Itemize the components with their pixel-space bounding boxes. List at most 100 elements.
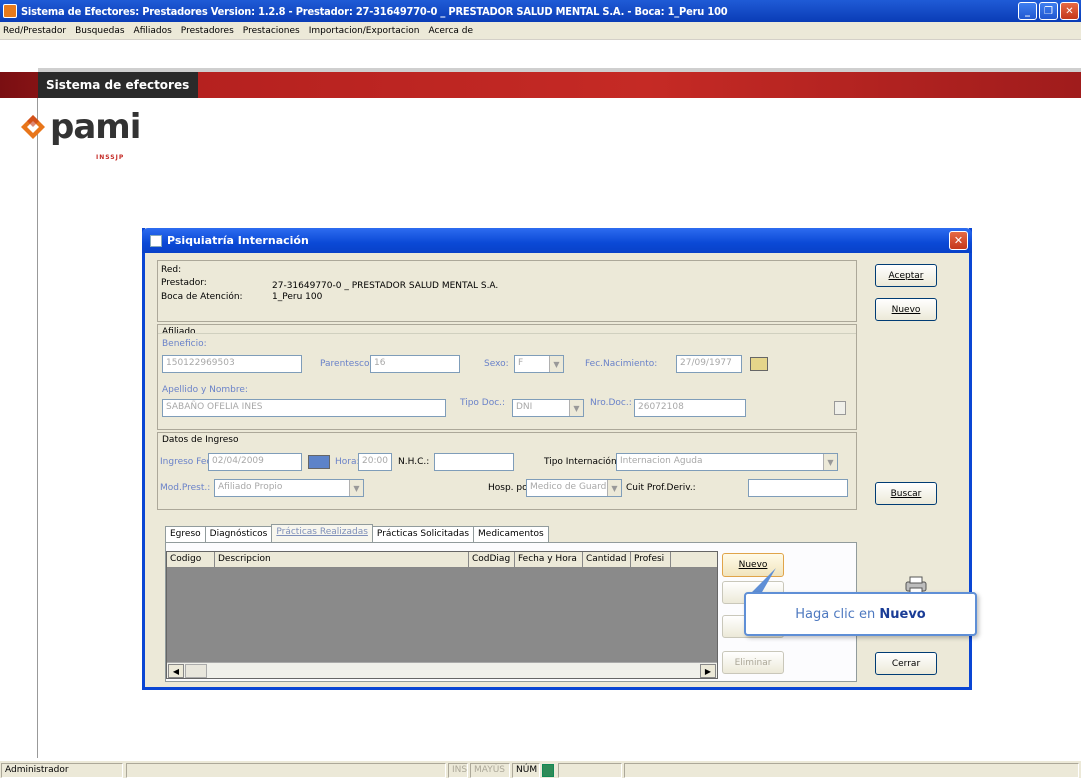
restore-icon[interactable]: ❐: [1039, 2, 1058, 20]
status-empty-1: [126, 763, 446, 778]
cuit-prof-field[interactable]: [748, 479, 848, 497]
close-icon[interactable]: ✕: [1060, 2, 1079, 20]
status-user: Administrador: [1, 763, 123, 778]
menu-prestadores[interactable]: Prestadores: [181, 26, 234, 36]
scroll-thumb[interactable]: [185, 664, 207, 678]
status-empty-3: [624, 763, 1079, 778]
beneficio-field[interactable]: 150122969503: [162, 355, 302, 373]
mod-prest-label: Mod.Prest.:: [160, 483, 211, 493]
col-cantidad[interactable]: Cantidad: [583, 552, 631, 567]
title-bar: Sistema de Efectores: Prestadores Versio…: [0, 0, 1081, 22]
menu-afiliados[interactable]: Afiliados: [134, 26, 172, 36]
dialog-icon: [150, 234, 162, 247]
grid-horizontal-scrollbar[interactable]: ◀ ▶: [167, 662, 717, 678]
tooltip-prefix: Haga clic en: [795, 606, 876, 622]
menu-importacion-exportacion[interactable]: Importacion/Exportacion: [309, 26, 420, 36]
dialog-close-icon[interactable]: ✕: [949, 231, 968, 250]
calendar-icon[interactable]: [750, 357, 768, 371]
grid-eliminar-label: Eliminar: [734, 657, 772, 668]
hora-field[interactable]: 20:00: [358, 453, 392, 471]
nuevo-button[interactable]: Nuevo: [875, 298, 937, 321]
col-codigo[interactable]: Codigo: [167, 552, 215, 567]
grid-nuevo-label: Nuevo: [738, 560, 768, 570]
tab-practicas-realizadas[interactable]: Prácticas Realizadas: [271, 524, 373, 543]
fec-nacimiento-field[interactable]: 27/09/1977: [676, 355, 742, 373]
tab-medicamentos[interactable]: Medicamentos: [473, 526, 549, 543]
apellido-field[interactable]: SABAÑO OFELIA INES: [162, 399, 446, 417]
tipo-doc-label: Tipo Doc.:: [460, 398, 506, 408]
sexo-value: F: [518, 358, 524, 368]
menu-busquedas[interactable]: Busquedas: [75, 26, 124, 36]
status-empty-2: [558, 763, 622, 778]
tab-diagnosticos[interactable]: Diagnósticos: [204, 526, 273, 543]
afiliado-panel: Afiliado Beneficio: 150122969503 Parente…: [157, 324, 857, 430]
status-bar: Administrador INS MAYÚS NÚM: [0, 760, 1081, 778]
col-fecha-hora[interactable]: Fecha y Hora: [515, 552, 583, 567]
tipo-internacion-select[interactable]: Internacion Aguda ▼: [616, 453, 838, 471]
col-descripcion[interactable]: Descripcion: [215, 552, 469, 567]
buscar-label: Buscar: [890, 488, 922, 499]
prestador-label: Prestador:: [161, 278, 207, 288]
status-ins: INS: [448, 763, 468, 778]
header-spacer: [0, 40, 1081, 72]
tipo-internacion-value: Internacion Aguda: [620, 456, 703, 466]
tab-practicas-solicitadas[interactable]: Prácticas Solicitadas: [371, 526, 475, 543]
detail-tabs: Egreso Diagnósticos Prácticas Realizadas…: [165, 524, 549, 543]
pami-logo: pami INSSJP: [20, 107, 141, 161]
menu-acerca-de[interactable]: Acerca de: [428, 26, 473, 36]
search-afiliado-icon[interactable]: [834, 401, 846, 415]
hosp-por-select[interactable]: Medico de Guardia ▼: [526, 479, 622, 497]
col-profesional[interactable]: Profesi: [631, 552, 671, 567]
ingreso-calendar-icon[interactable]: [308, 455, 330, 469]
parentesco-label: Parentesco:: [320, 359, 373, 369]
col-coddiag[interactable]: CodDiag: [469, 552, 515, 567]
grid-nuevo-button[interactable]: Nuevo: [722, 553, 784, 577]
mod-prest-value: Afiliado Propio: [218, 482, 283, 492]
ingreso-fec-field[interactable]: 02/04/2009: [208, 453, 302, 471]
aceptar-button[interactable]: Aceptar: [875, 264, 937, 287]
left-divider: [37, 98, 38, 758]
pami-logo-icon: [21, 115, 45, 139]
boca-value: 1_Peru 100: [272, 292, 323, 302]
scroll-right-icon[interactable]: ▶: [700, 664, 716, 678]
menu-prestaciones[interactable]: Prestaciones: [243, 26, 300, 36]
nro-doc-label: Nro.Doc.:: [590, 398, 632, 408]
tipo-doc-select[interactable]: DNI ▼: [512, 399, 584, 417]
menu-bar: Red/Prestador Busquedas Afiliados Presta…: [0, 22, 1081, 40]
sexo-select[interactable]: F ▼: [514, 355, 564, 373]
parentesco-field[interactable]: 16: [370, 355, 460, 373]
pami-logo-text: pami: [50, 107, 141, 147]
nhc-field[interactable]: [434, 453, 514, 471]
mod-prest-select[interactable]: Afiliado Propio ▼: [214, 479, 364, 497]
mod-prest-chevron-down-icon[interactable]: ▼: [349, 480, 363, 496]
grid-eliminar-button[interactable]: Eliminar: [722, 651, 784, 674]
header-band: Sistema de efectores: [0, 72, 1081, 98]
status-num: NÚM: [512, 763, 540, 778]
cerrar-button[interactable]: Cerrar: [875, 652, 937, 675]
menu-red-prestador[interactable]: Red/Prestador: [3, 26, 66, 36]
boca-label: Boca de Atención:: [161, 292, 243, 302]
sexo-chevron-down-icon[interactable]: ▼: [549, 356, 563, 372]
fec-nacimiento-label: Fec.Nacimiento:: [585, 359, 658, 369]
buscar-button[interactable]: Buscar: [875, 482, 937, 505]
scroll-left-icon[interactable]: ◀: [168, 664, 184, 678]
sexo-label: Sexo:: [484, 359, 509, 369]
nhc-label: N.H.C.:: [398, 457, 430, 467]
calculator-icon[interactable]: [542, 764, 554, 777]
tab-egreso[interactable]: Egreso: [165, 526, 206, 543]
tipo-doc-chevron-down-icon[interactable]: ▼: [569, 400, 583, 416]
nro-doc-field[interactable]: 26072108: [634, 399, 746, 417]
cerrar-label: Cerrar: [891, 658, 921, 669]
hosp-por-chevron-down-icon[interactable]: ▼: [607, 480, 621, 496]
dialog-title: Psiquiatría Internación: [167, 234, 309, 247]
pami-logo-sub: INSSJP: [96, 154, 125, 161]
aceptar-label: Aceptar: [888, 270, 924, 281]
ingreso-panel: Datos de Ingreso Ingreso Fec.: 02/04/200…: [157, 432, 857, 510]
practicas-grid[interactable]: Codigo Descripcion CodDiag Fecha y Hora …: [166, 551, 718, 679]
minimize-icon[interactable]: _: [1018, 2, 1037, 20]
tipo-internacion-chevron-down-icon[interactable]: ▼: [823, 454, 837, 470]
beneficio-label: Beneficio:: [162, 339, 207, 349]
tipo-doc-value: DNI: [516, 402, 533, 412]
prestador-panel: Red: Prestador: 27-31649770-0 _ PRESTADO…: [157, 260, 857, 322]
psiquiatria-dialog: Psiquiatría Internación ✕ Red: Prestador…: [142, 228, 977, 690]
